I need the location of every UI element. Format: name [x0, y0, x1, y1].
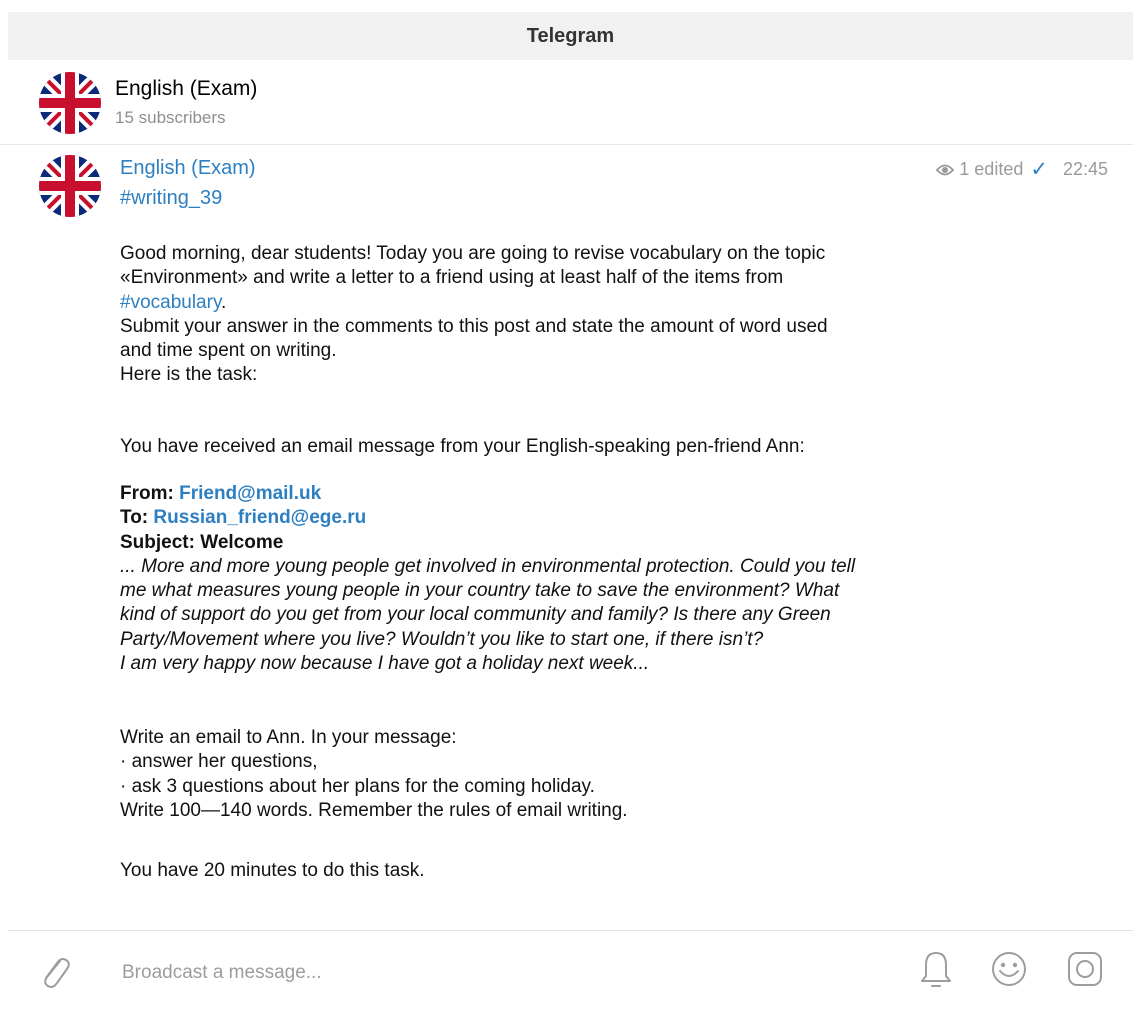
bell-icon[interactable] [916, 949, 956, 996]
task-block: Write an email to Ann. In your message: … [120, 726, 628, 823]
email-body-line: kind of support do you get from your loc… [120, 604, 831, 626]
email-block: From: Friend@mail.uk To: Russian_friend@… [120, 482, 855, 676]
chat-header[interactable]: English (Exam) 15 subscribers [0, 60, 1133, 145]
view-count: 1 [959, 159, 970, 179]
window-titlebar: Telegram [8, 12, 1133, 60]
post-meta: 1 edited ✓ 22:45 [936, 157, 1108, 182]
eye-icon [936, 163, 955, 177]
post-text-line: Submit your answer in the comments to th… [120, 315, 828, 337]
checkmark-icon: ✓ [1030, 158, 1048, 181]
email-from-line: From: Friend@mail.uk [120, 483, 322, 504]
email-to-line: To: Russian_friend@ege.ru [120, 507, 367, 529]
task-line: Write an email to Ann. In your message: [120, 727, 457, 748]
email-body-line: me what measures young people in your co… [120, 580, 840, 602]
email-from-link[interactable]: Friend@mail.uk [179, 483, 321, 504]
post-author-name[interactable]: English (Exam) [120, 157, 256, 180]
channel-name[interactable]: English (Exam) [115, 77, 257, 101]
broadcast-message-input[interactable] [120, 957, 684, 989]
post-hashtag[interactable]: #writing_39 [120, 187, 222, 210]
post-text-line: Here is the task: [120, 364, 258, 386]
composer-bar [8, 930, 1133, 1009]
post-author-avatar[interactable] [39, 155, 101, 217]
union-jack-flag-icon [39, 72, 101, 134]
post-received-line: You have received an email message from … [120, 436, 805, 457]
paperclip-icon[interactable] [38, 953, 72, 996]
email-body-line: I am very happy now because I have got a… [120, 653, 650, 675]
union-jack-flag-icon [39, 155, 101, 217]
post-text-line: Good morning, dear students! Today you a… [120, 243, 826, 264]
task-line: · ask 3 questions about her plans for th… [120, 775, 595, 797]
vocabulary-hashtag-link[interactable]: #vocabulary [120, 292, 221, 313]
subscriber-count: 15 subscribers [115, 108, 226, 127]
post-text-line: and time spent on writing. [120, 340, 337, 362]
channel-avatar[interactable] [39, 72, 101, 134]
post-text-line: #vocabulary. [120, 291, 227, 313]
window-title: Telegram [526, 24, 615, 47]
post-time: 22:45 [1062, 159, 1108, 179]
emoji-icon[interactable] [989, 949, 1029, 994]
email-body-line: Party/Movement where you live? Wouldn’t … [120, 628, 764, 650]
email-body-line: ... More and more young people get invol… [120, 555, 856, 577]
task-line: · answer her questions, [120, 751, 318, 773]
time-limit-line: You have 20 minutes to do this task. [120, 860, 425, 881]
email-to-link[interactable]: Russian_friend@ege.ru [153, 507, 366, 528]
post-text-line: «Environment» and write a letter to a fr… [120, 267, 784, 289]
task-line: Write 100—140 words. Remember the rules … [120, 799, 628, 821]
post-intro: Good morning, dear students! Today you a… [120, 242, 828, 388]
edited-label: edited [974, 159, 1024, 179]
email-subject: Subject: Welcome [120, 531, 284, 553]
camera-icon[interactable] [1065, 949, 1105, 994]
